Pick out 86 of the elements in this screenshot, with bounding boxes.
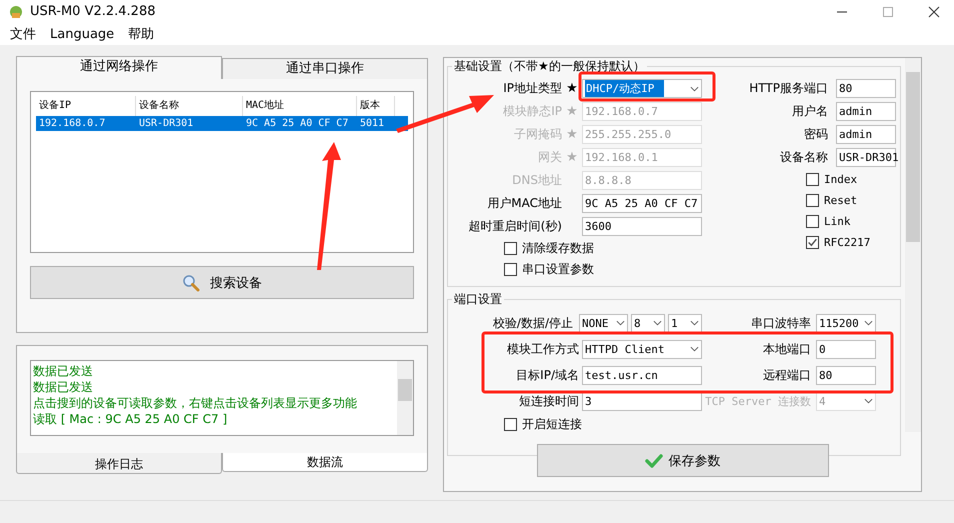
input-field[interactable]: USR-DR301	[836, 148, 896, 168]
input-field[interactable]: 9C A5 25 A0 CF C7	[582, 194, 702, 214]
chevron-down-icon	[690, 320, 699, 326]
chevron-down-icon	[864, 320, 873, 326]
field-label: 设备名称	[780, 149, 828, 166]
field-label: 用户名	[792, 103, 828, 120]
field-label: 模块静态IP	[503, 103, 562, 120]
dropdown[interactable]: 115200	[816, 314, 876, 333]
dropdown[interactable]: HTTPD Client	[582, 340, 702, 359]
table-row[interactable]: 192.168.0.7 USR-DR301 9C A5 25 A0 CF C7 5011	[36, 116, 408, 132]
checkbox[interactable]	[806, 215, 819, 228]
table-cell-text: 9C A5 25 A0 CF C7	[245, 117, 350, 132]
menu-item[interactable]: 帮助	[128, 25, 154, 44]
dropdown[interactable]: DHCP/动态IP	[582, 79, 702, 98]
chevron-down-icon	[864, 398, 873, 404]
group-title: 基础设置（不带★的一般保持默认）	[453, 58, 646, 76]
window-title: USR-M0 V2.2.4.288	[30, 4, 156, 20]
checkbox[interactable]	[504, 242, 517, 256]
app-icon	[8, 4, 24, 20]
field-label: 串口波特率	[751, 314, 811, 332]
field-label: 子网掩码	[514, 126, 562, 144]
group-title: 端口设置	[453, 291, 503, 308]
checkbox[interactable]	[806, 173, 819, 186]
table-cell-text: USR-DR301	[138, 117, 194, 132]
checkbox[interactable]	[504, 418, 517, 432]
input-field[interactable]: 3600	[582, 217, 702, 236]
star-icon: ★	[562, 104, 582, 120]
field-label: 密码	[804, 126, 828, 144]
checkbox-label: 清除缓存数据	[522, 240, 594, 258]
table-cell-text: 5011	[359, 117, 386, 132]
close-icon[interactable]	[928, 6, 940, 18]
checkbox-label: 串口设置参数	[522, 261, 594, 278]
input-field[interactable]: 80	[836, 79, 896, 98]
star-icon: ★	[562, 150, 582, 166]
field-label: TCP Server 连接数	[705, 394, 811, 409]
checkmark-icon	[644, 452, 662, 470]
field-label: 目标IP/域名	[516, 366, 579, 384]
save-button[interactable]: 保存参数	[536, 444, 828, 478]
checkbox[interactable]	[806, 194, 819, 208]
field-label: HTTP服务端口	[749, 80, 828, 98]
checkbox[interactable]	[504, 263, 517, 276]
dropdown[interactable]: 1	[668, 314, 702, 333]
menu-item[interactable]: Language	[50, 26, 114, 42]
field-label: 用户MAC地址	[487, 195, 562, 212]
field-label: 超时重启时间(秒)	[468, 218, 562, 236]
chevron-down-icon	[616, 320, 625, 326]
chevron-down-icon	[690, 346, 699, 352]
field-label: 本地端口	[763, 340, 811, 358]
checkbox-label: 开启短连接	[522, 416, 582, 434]
field-label: 网关	[538, 149, 562, 166]
checkbox-label: RFC2217	[824, 236, 870, 250]
checkbox-label: Link	[824, 215, 850, 228]
tab[interactable]: 操作日志	[16, 453, 222, 474]
log-line: 读取 [ Mac : 9C A5 25 A0 CF C7 ]	[33, 411, 228, 428]
chevron-down-icon	[690, 86, 699, 92]
input-field[interactable]: test.usr.cn	[582, 366, 702, 385]
field-label: 短连接时间	[519, 392, 579, 410]
tab[interactable]: 通过串口操作	[222, 58, 428, 80]
field-label: 模块工作方式	[507, 340, 579, 358]
input-field[interactable]: admin	[836, 125, 896, 144]
log-line: 数据已发送	[33, 363, 94, 380]
checkbox[interactable]	[806, 236, 819, 250]
chevron-down-icon	[653, 320, 662, 326]
star-icon: ★	[562, 81, 582, 96]
field-label: DNS地址	[512, 172, 562, 190]
magnifier-icon	[182, 274, 200, 292]
search-button[interactable]: 搜索设备	[30, 266, 414, 300]
scrollbar[interactable]	[397, 361, 413, 436]
checkbox-label: Index	[824, 173, 858, 186]
input-field[interactable]: 0	[816, 340, 876, 359]
field-label: 校验/数据/停止	[492, 314, 573, 332]
field-label: 远程端口	[763, 366, 811, 384]
input-field[interactable]: 80	[816, 366, 876, 385]
table-cell-text: 192.168.0.7	[38, 117, 106, 132]
log-line: 点击搜到的设备可读取参数，右键点击设备列表显示更多功能	[33, 395, 358, 412]
star-icon: ★	[562, 127, 582, 142]
tab[interactable]: 数据流	[222, 453, 428, 472]
checkbox-label: Reset	[824, 194, 858, 208]
menu-item[interactable]: 文件	[10, 25, 36, 44]
tab[interactable]: 通过网络操作	[16, 56, 222, 80]
dropdown[interactable]: 8	[631, 314, 665, 333]
field-label: IP地址类型	[503, 80, 562, 98]
scrollbar[interactable]	[905, 58, 921, 432]
input-field[interactable]: admin	[836, 102, 896, 122]
dropdown[interactable]: NONE	[579, 314, 628, 333]
log-line: 数据已发送	[33, 379, 94, 396]
